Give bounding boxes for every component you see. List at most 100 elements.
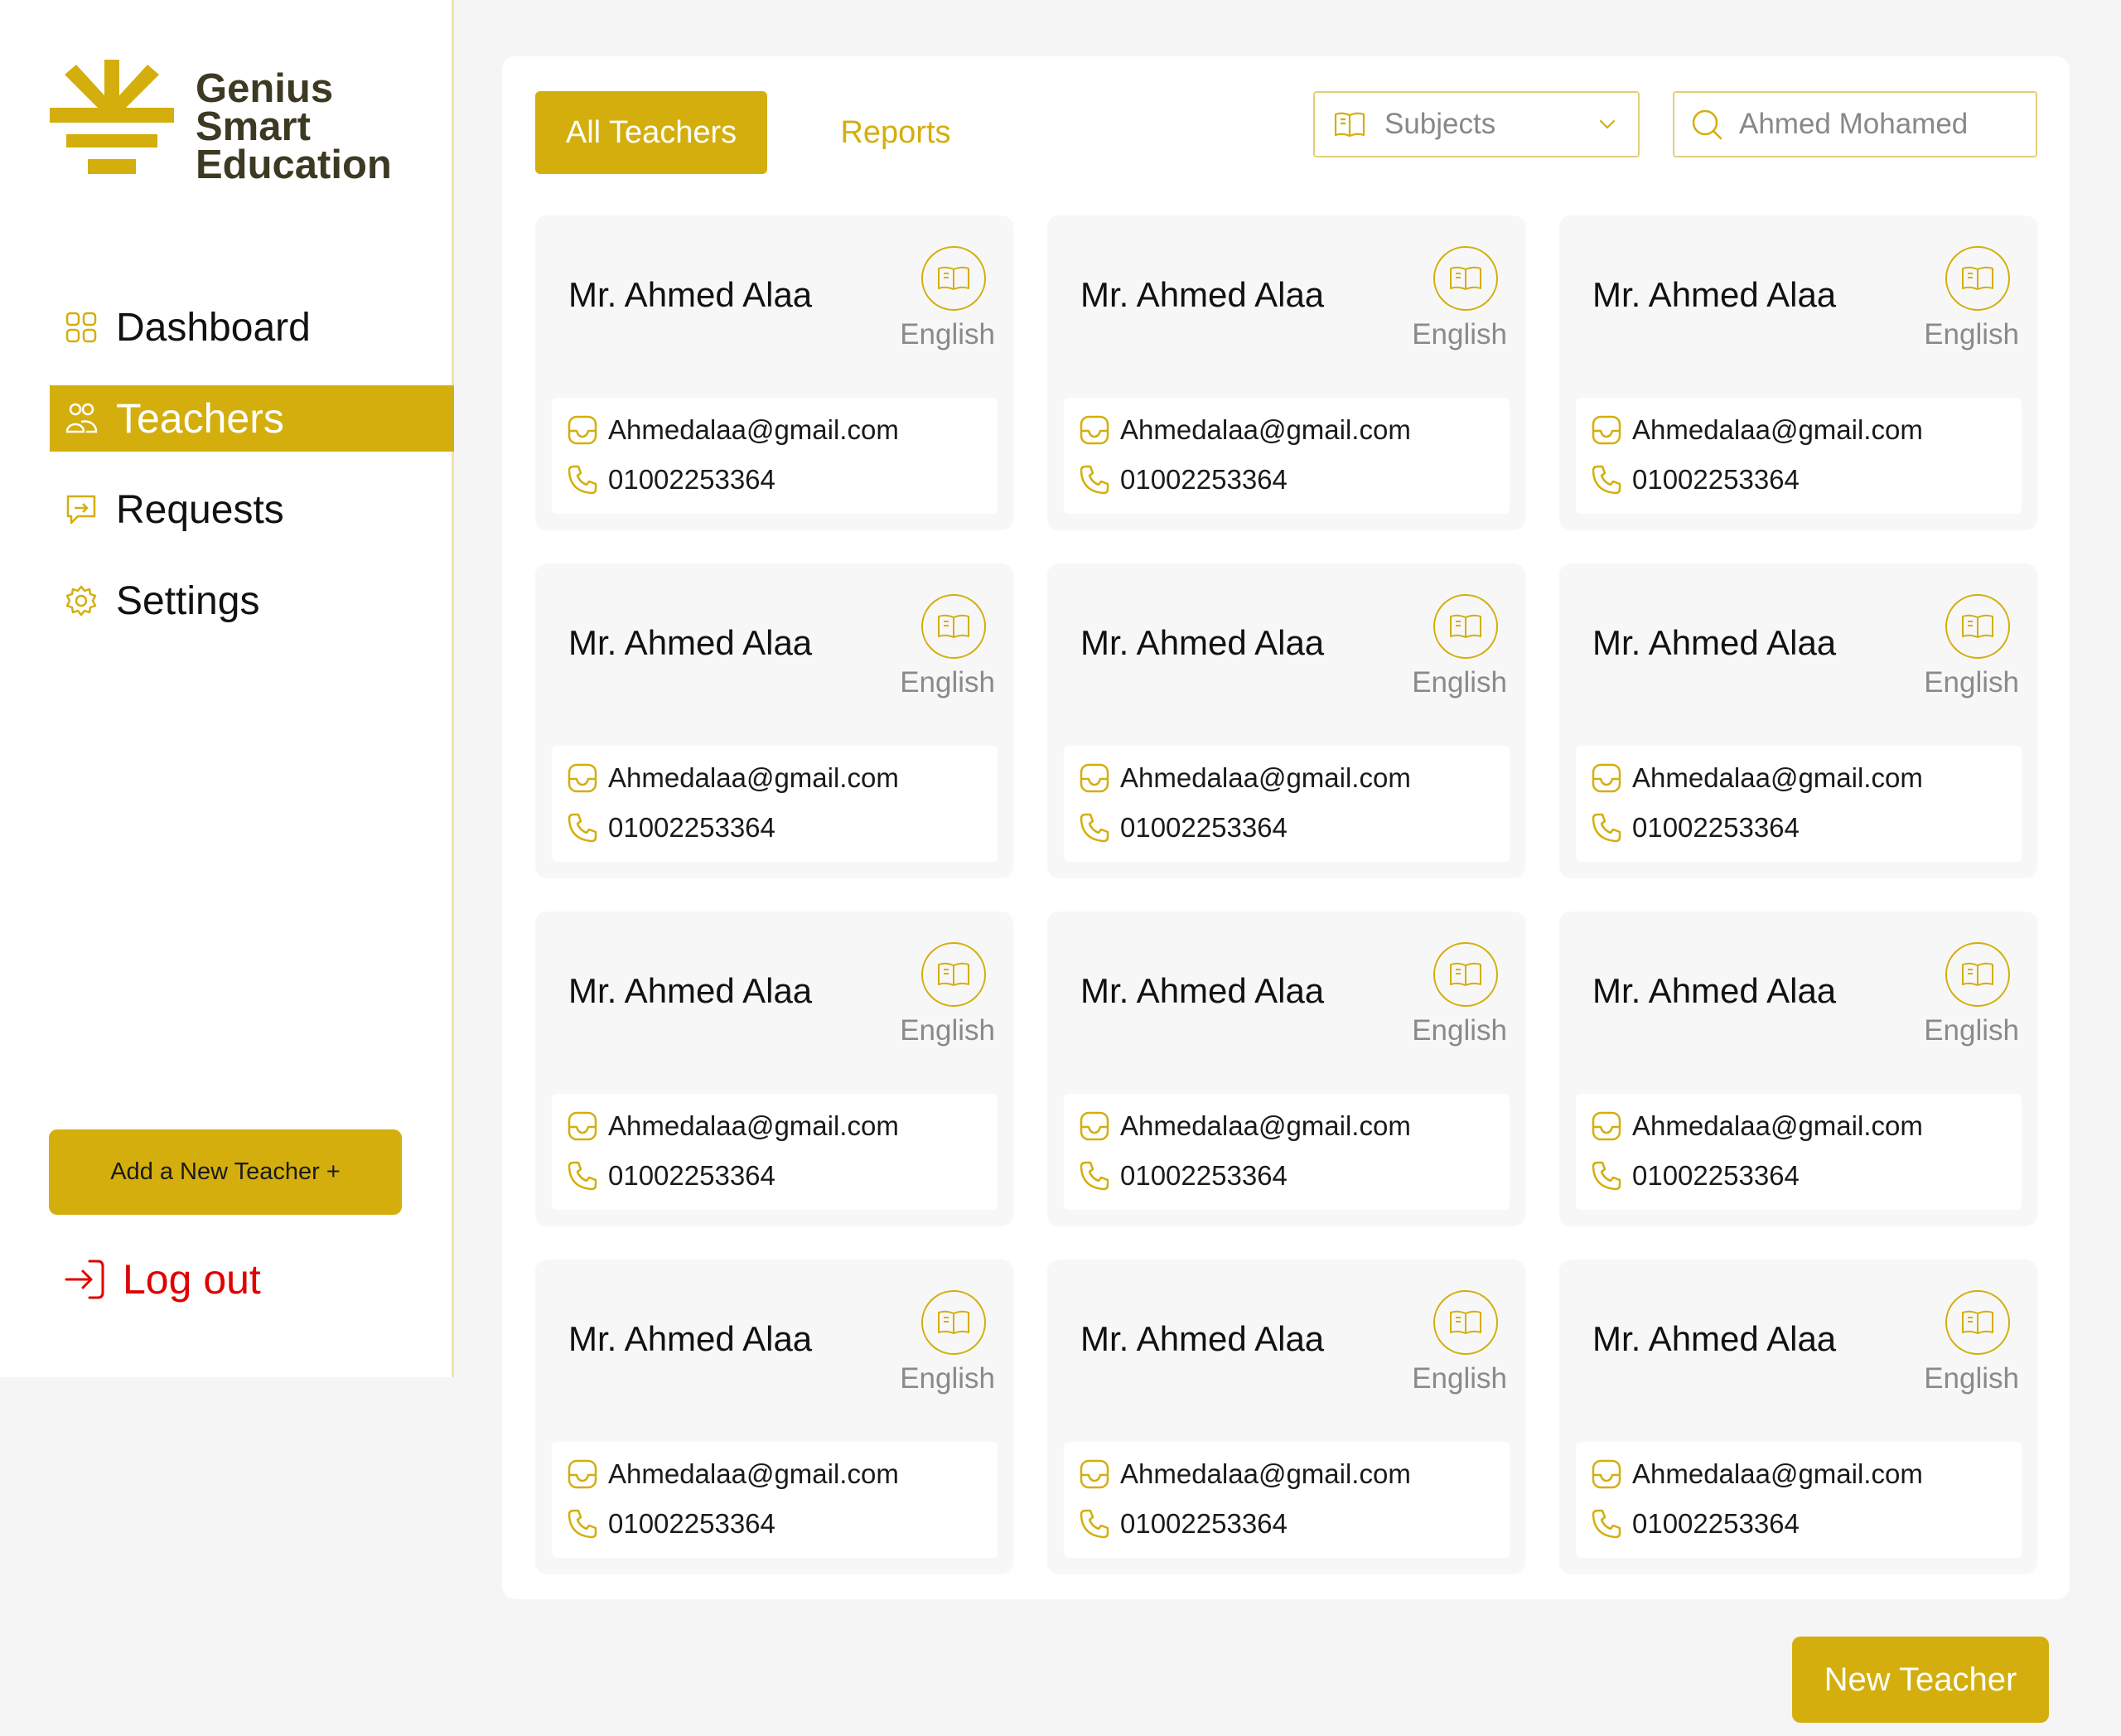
tab-all-teachers[interactable]: All Teachers — [535, 91, 767, 174]
contact-info: Ahmedalaa@gmail.com 01002253364 — [1064, 398, 1510, 514]
teacher-subject: English — [1924, 1014, 2019, 1047]
email-row: Ahmedalaa@gmail.com — [1591, 414, 1923, 446]
teacher-name: Mr. Ahmed Alaa — [1080, 623, 1325, 662]
teacher-email: Ahmedalaa@gmail.com — [1632, 1458, 1923, 1489]
teacher-email: Ahmedalaa@gmail.com — [608, 762, 899, 793]
teacher-name: Mr. Ahmed Alaa — [568, 623, 813, 662]
tab-reports[interactable]: Reports — [817, 91, 974, 174]
teacher-card[interactable]: Mr. Ahmed Alaa English Ahmedalaa@gmail.c… — [1047, 563, 1525, 878]
subjects-dropdown-label: Subjects — [1384, 108, 1496, 140]
teacher-card[interactable]: Mr. Ahmed Alaa English Ahmedalaa@gmail.c… — [1559, 563, 2037, 878]
teacher-name: Mr. Ahmed Alaa — [1080, 1319, 1325, 1358]
book-icon — [920, 593, 987, 660]
contact-info: Ahmedalaa@gmail.com 01002253364 — [1064, 746, 1510, 862]
book-icon — [1333, 108, 1366, 141]
teacher-subject: English — [1924, 318, 2019, 351]
book-icon — [920, 245, 987, 312]
phone-icon — [567, 1508, 598, 1540]
phone-icon — [1079, 1160, 1110, 1192]
teacher-phone: 01002253364 — [608, 1508, 775, 1539]
book-icon — [1945, 1289, 2011, 1356]
teacher-card[interactable]: Mr. Ahmed Alaa English Ahmedalaa@gmail.c… — [535, 563, 1013, 878]
book-icon — [1433, 593, 1499, 660]
contact-info: Ahmedalaa@gmail.com 01002253364 — [552, 398, 998, 514]
phone-icon — [567, 1160, 598, 1192]
contact-info: Ahmedalaa@gmail.com 01002253364 — [552, 1094, 998, 1210]
email-row: Ahmedalaa@gmail.com — [1591, 1458, 1923, 1490]
teacher-subject: English — [900, 1014, 995, 1047]
teacher-card[interactable]: Mr. Ahmed Alaa English Ahmedalaa@gmail.c… — [1047, 1260, 1525, 1574]
email-row: Ahmedalaa@gmail.com — [567, 1110, 899, 1142]
phone-row: 01002253364 — [1591, 464, 1800, 496]
teachers-panel: All Teachers Reports Subjects Mr. Ahmed … — [502, 56, 2070, 1599]
teacher-email: Ahmedalaa@gmail.com — [1120, 762, 1411, 793]
teacher-phone: 01002253364 — [1120, 1160, 1288, 1191]
phone-icon — [1079, 1508, 1110, 1540]
search-box[interactable] — [1673, 91, 2037, 157]
teacher-card[interactable]: Mr. Ahmed Alaa English Ahmedalaa@gmail.c… — [535, 912, 1013, 1226]
sidebar-item-label: Dashboard — [116, 305, 311, 350]
contact-info: Ahmedalaa@gmail.com 01002253364 — [552, 1442, 998, 1558]
brand-line: Education — [196, 143, 392, 187]
sidebar: Genius Smart Education Dashboard Teacher… — [0, 0, 454, 1377]
teacher-subject: English — [1412, 1362, 1507, 1395]
logout-button[interactable]: Log out — [61, 1255, 261, 1303]
teacher-phone: 01002253364 — [1120, 464, 1288, 495]
teacher-subject: English — [900, 666, 995, 699]
teacher-card[interactable]: Mr. Ahmed Alaa English Ahmedalaa@gmail.c… — [1047, 912, 1525, 1226]
teacher-card[interactable]: Mr. Ahmed Alaa English Ahmedalaa@gmail.c… — [1047, 215, 1525, 530]
teacher-card[interactable]: Mr. Ahmed Alaa English Ahmedalaa@gmail.c… — [535, 215, 1013, 530]
teacher-email: Ahmedalaa@gmail.com — [1120, 414, 1411, 445]
email-row: Ahmedalaa@gmail.com — [1079, 762, 1411, 794]
teacher-grid: Mr. Ahmed Alaa English Ahmedalaa@gmail.c… — [535, 215, 2037, 1574]
teacher-name: Mr. Ahmed Alaa — [1592, 1319, 1837, 1358]
teacher-phone: 01002253364 — [1632, 1508, 1800, 1539]
email-row: Ahmedalaa@gmail.com — [567, 1458, 899, 1490]
book-icon — [1945, 941, 2011, 1008]
email-row: Ahmedalaa@gmail.com — [567, 414, 899, 446]
subjects-dropdown[interactable]: Subjects — [1313, 91, 1640, 157]
sidebar-item-label: Teachers — [116, 395, 284, 442]
teacher-card[interactable]: Mr. Ahmed Alaa English Ahmedalaa@gmail.c… — [1559, 1260, 2037, 1574]
phone-icon — [1591, 464, 1622, 496]
sidebar-item-settings[interactable]: Settings — [50, 568, 454, 634]
phone-icon — [567, 812, 598, 844]
book-icon — [1433, 245, 1499, 312]
phone-row: 01002253364 — [1079, 1160, 1288, 1192]
inbox-icon — [1591, 1110, 1622, 1142]
book-icon — [1945, 593, 2011, 660]
teacher-subject: English — [1412, 666, 1507, 699]
teacher-name: Mr. Ahmed Alaa — [568, 1319, 813, 1358]
search-input[interactable] — [1739, 108, 2021, 141]
gear-icon — [65, 584, 98, 617]
phone-icon — [1591, 1160, 1622, 1192]
contact-info: Ahmedalaa@gmail.com 01002253364 — [1064, 1094, 1510, 1210]
logout-label: Log out — [123, 1256, 261, 1303]
email-row: Ahmedalaa@gmail.com — [567, 762, 899, 794]
teacher-card[interactable]: Mr. Ahmed Alaa English Ahmedalaa@gmail.c… — [1559, 215, 2037, 530]
teacher-card[interactable]: Mr. Ahmed Alaa English Ahmedalaa@gmail.c… — [1559, 912, 2037, 1226]
new-teacher-button[interactable]: New Teacher — [1792, 1637, 2049, 1723]
contact-info: Ahmedalaa@gmail.com 01002253364 — [552, 746, 998, 862]
teacher-name: Mr. Ahmed Alaa — [1080, 971, 1325, 1010]
phone-row: 01002253364 — [567, 464, 775, 496]
phone-icon — [1591, 1508, 1622, 1540]
teacher-card[interactable]: Mr. Ahmed Alaa English Ahmedalaa@gmail.c… — [535, 1260, 1013, 1574]
teacher-phone: 01002253364 — [1632, 1160, 1800, 1191]
teacher-subject: English — [900, 1362, 995, 1395]
book-icon — [1945, 245, 2011, 312]
inbox-icon — [567, 1458, 598, 1490]
teacher-phone: 01002253364 — [608, 812, 775, 843]
teacher-name: Mr. Ahmed Alaa — [568, 971, 813, 1010]
add-new-teacher-button[interactable]: Add a New Teacher + — [49, 1129, 402, 1215]
sidebar-item-requests[interactable]: Requests — [50, 476, 454, 543]
contact-info: Ahmedalaa@gmail.com 01002253364 — [1576, 746, 2022, 862]
brand-line: Smart — [196, 104, 311, 149]
sidebar-item-dashboard[interactable]: Dashboard — [50, 294, 454, 360]
teacher-phone: 01002253364 — [608, 464, 775, 495]
sidebar-item-teachers[interactable]: Teachers — [50, 385, 454, 452]
phone-row: 01002253364 — [1591, 1160, 1800, 1192]
phone-icon — [567, 464, 598, 496]
inbox-icon — [1079, 762, 1110, 794]
inbox-icon — [567, 414, 598, 446]
